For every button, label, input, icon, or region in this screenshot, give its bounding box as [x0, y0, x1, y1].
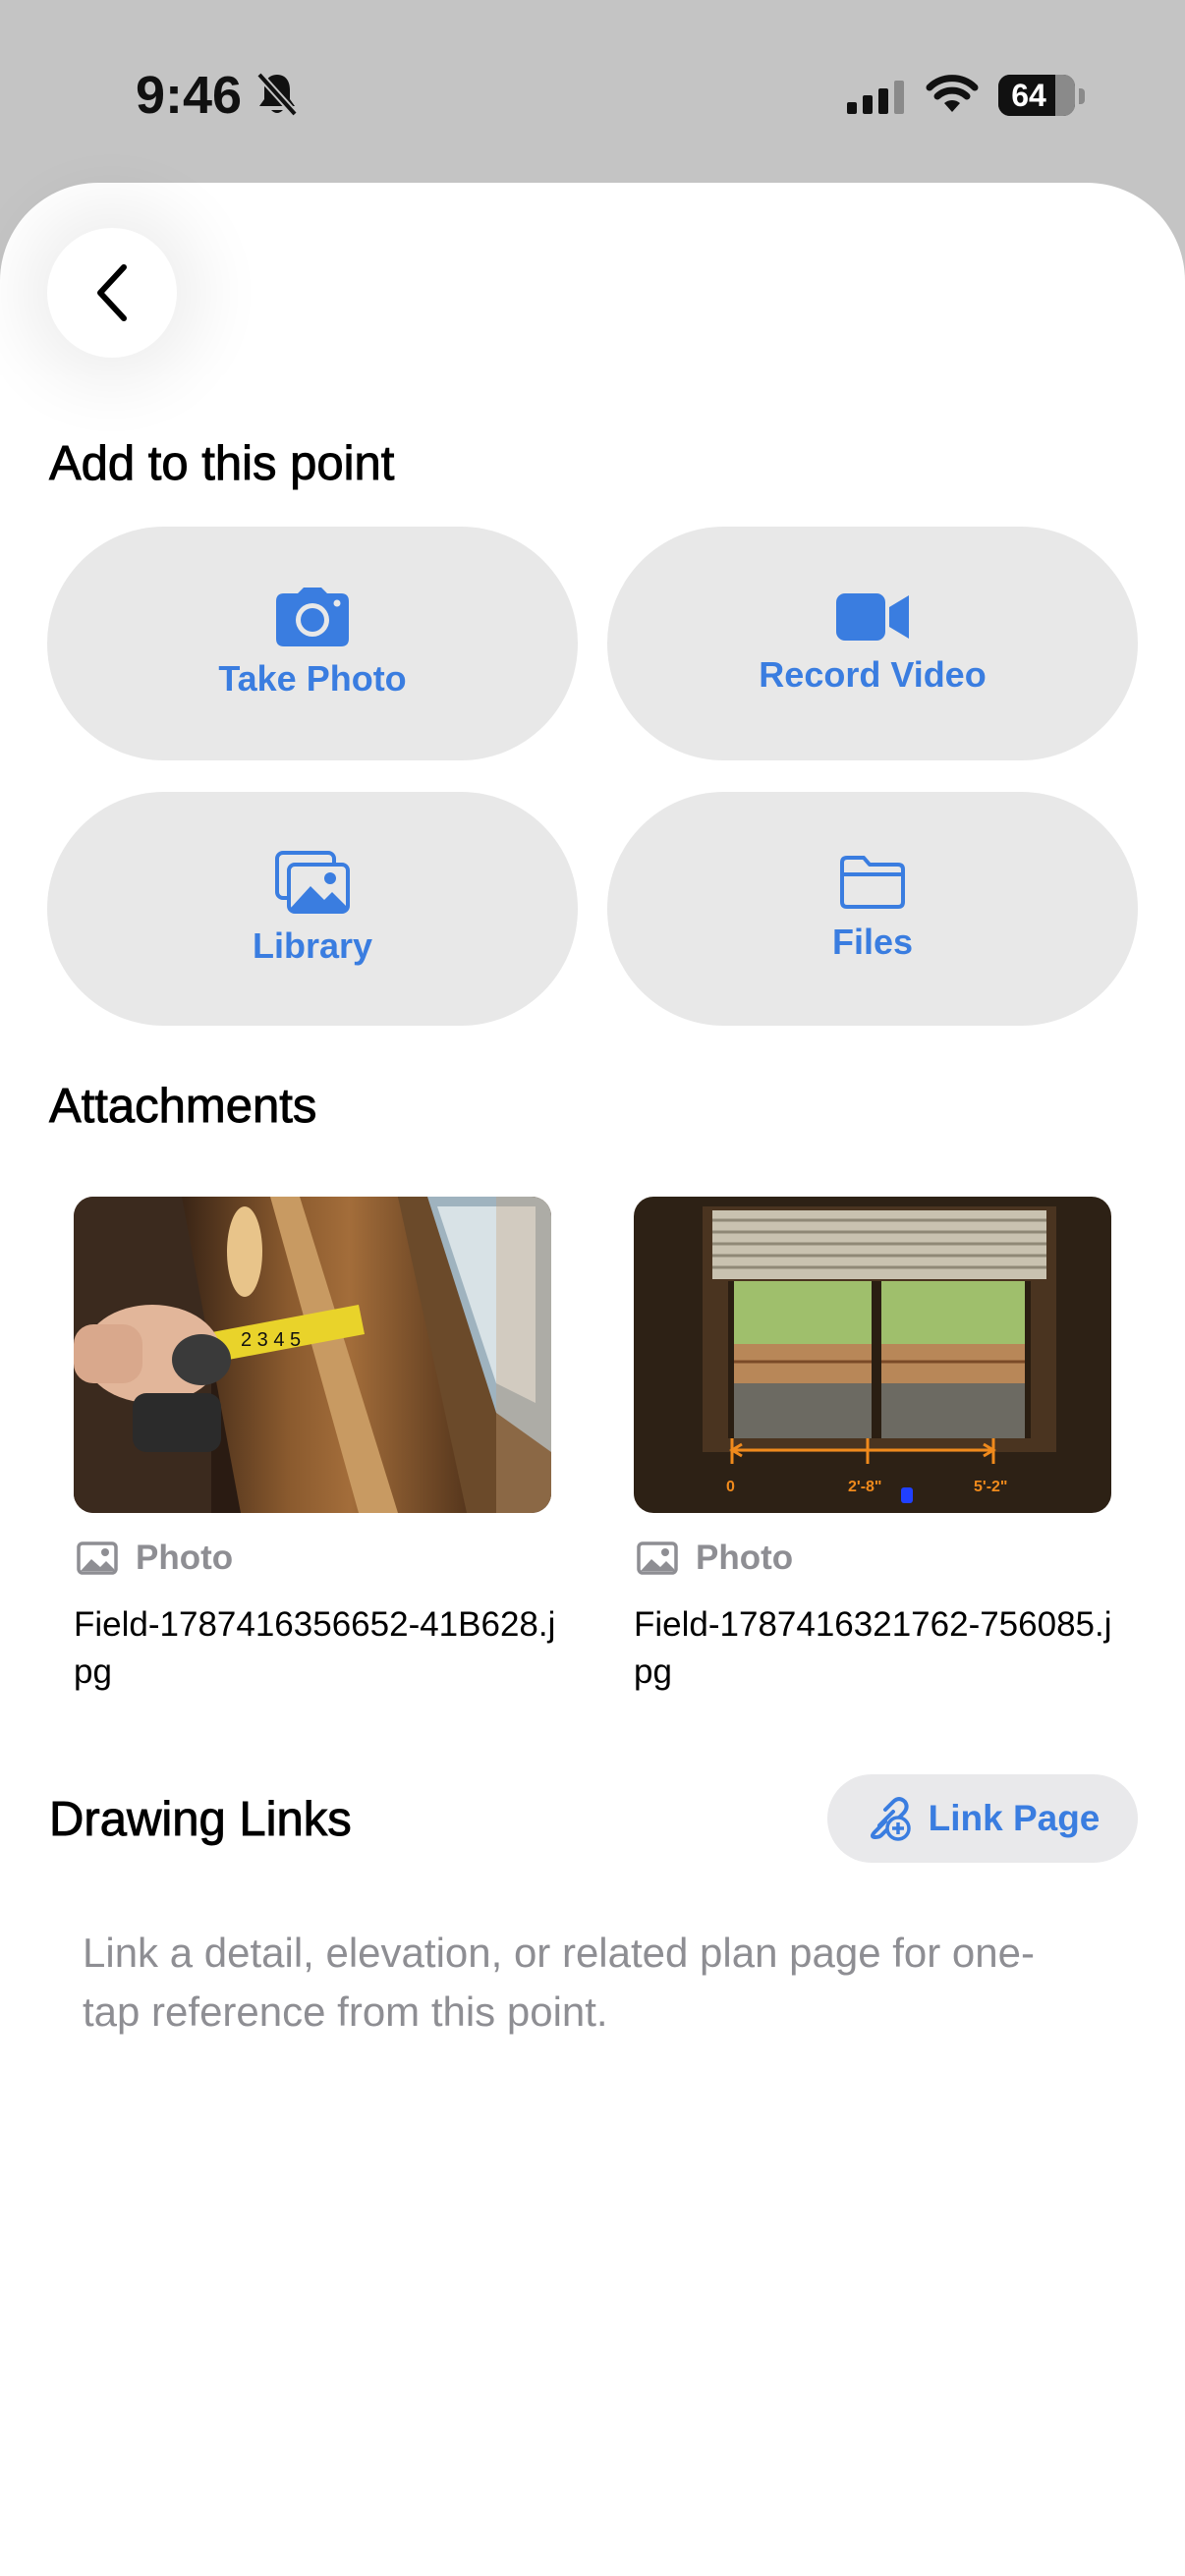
library-label: Library: [252, 925, 373, 966]
dimension-label-2: 5'-2": [974, 1479, 1008, 1495]
link-page-button[interactable]: Link Page: [827, 1774, 1138, 1863]
video-camera-icon: [836, 593, 909, 641]
drawing-links-title: Drawing Links: [49, 1793, 353, 1847]
attachments-title: Attachments: [49, 1080, 317, 1134]
wifi-icon: [926, 75, 979, 112]
files-label: Files: [831, 922, 914, 962]
status-bar: 9:46 64: [0, 0, 1185, 187]
attachment-1-type: Photo: [77, 1539, 233, 1578]
attachment-thumbnail-2[interactable]: 0 2'-8" 5'-2": [634, 1197, 1111, 1513]
bell-slash-icon: [256, 72, 298, 117]
window-with-dimension-lines-image: 0 2'-8" 5'-2": [634, 1197, 1111, 1513]
take-photo-button[interactable]: Take Photo: [47, 527, 578, 760]
record-video-label: Record Video: [759, 654, 987, 695]
chevron-left-icon: [97, 264, 127, 321]
camera-icon: [276, 588, 349, 646]
attachment-thumbnail-1[interactable]: 2 3 4 5: [74, 1197, 551, 1513]
battery-icon: 64: [998, 75, 1075, 116]
files-button[interactable]: Files: [607, 792, 1138, 1026]
library-button[interactable]: Library: [47, 792, 578, 1026]
dimension-label-0: 0: [726, 1479, 735, 1495]
dimension-label-1: 2'-8": [848, 1479, 882, 1495]
cellular-signal-icon: [847, 81, 904, 114]
photo-library-icon: [275, 851, 350, 914]
link-plus-icon: [870, 1797, 911, 1841]
attachment-1-file-name: Field-1787416356652-41B628.jpg: [74, 1605, 556, 1691]
take-photo-label: Take Photo: [218, 658, 407, 699]
attachment-2-type: Photo: [637, 1539, 793, 1578]
attachment-2-type-label: Photo: [696, 1539, 794, 1577]
record-video-button[interactable]: Record Video: [607, 527, 1138, 760]
link-page-label: Link Page: [928, 1798, 1100, 1838]
status-time: 9:46: [136, 66, 243, 125]
back-button[interactable]: [47, 228, 177, 358]
attachment-2-file-name: Field-1787416321762-756085.jpg: [634, 1605, 1112, 1691]
photo-icon: [77, 1541, 118, 1575]
attachment-1-type-label: Photo: [136, 1539, 234, 1577]
battery-level: 64: [1011, 78, 1046, 113]
svg-text:2 3 4 5: 2 3 4 5: [241, 1329, 301, 1351]
photo-icon: [637, 1541, 678, 1575]
battery-tip: [1079, 88, 1085, 104]
folder-icon: [840, 856, 905, 909]
tape-measure-window-frame-image: 2 3 4 5: [74, 1197, 551, 1513]
drawing-links-hint: Link a detail, elevation, or related pla…: [83, 1930, 1035, 2035]
add-section-title: Add to this point: [49, 437, 395, 491]
